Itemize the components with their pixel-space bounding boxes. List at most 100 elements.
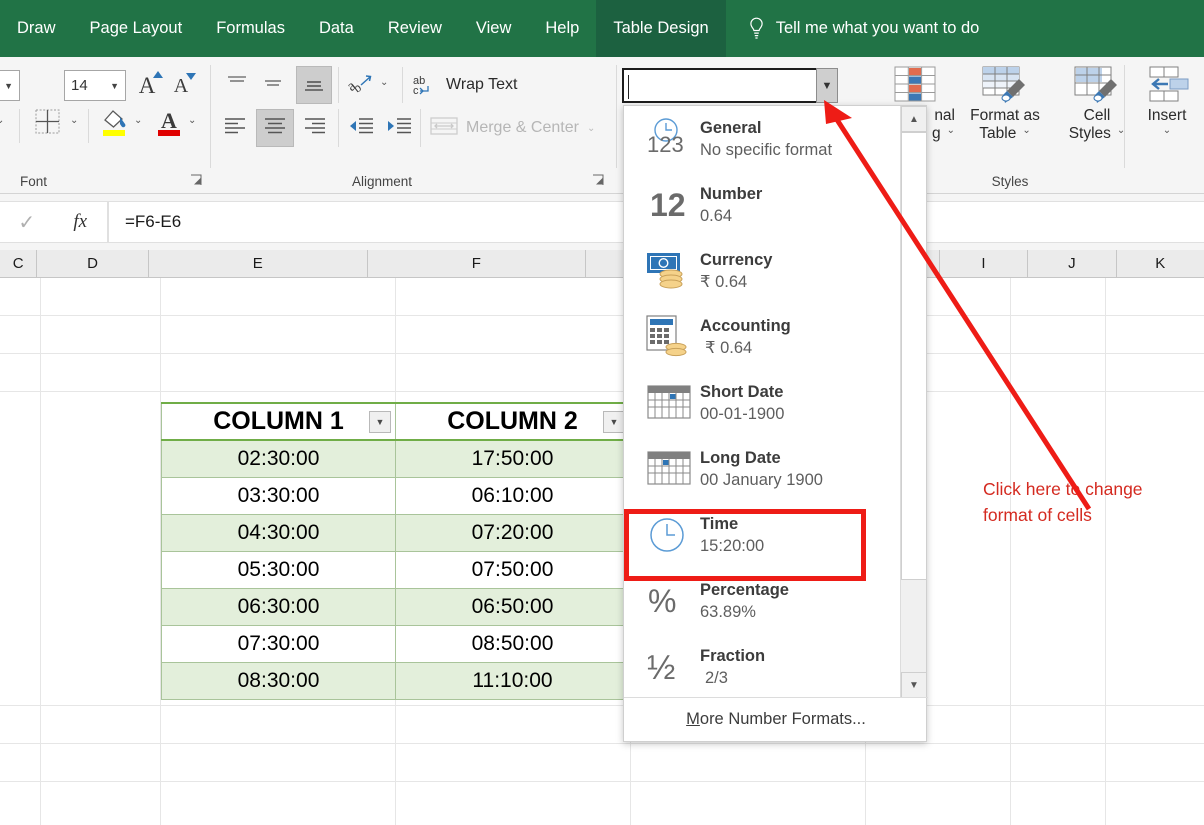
insert-function-button[interactable]: fx: [54, 211, 108, 233]
table-cell[interactable]: 06:10:00: [395, 477, 630, 515]
borders-button[interactable]: [30, 107, 64, 141]
table-header-cell-column-1[interactable]: COLUMN 1 ▼: [161, 402, 396, 441]
merge-and-center-button[interactable]: Merge & Center ⌄: [430, 111, 595, 145]
dropdown-item-name: Accounting: [700, 316, 791, 335]
column-header-j[interactable]: J: [1028, 250, 1117, 277]
column-header-d[interactable]: D: [37, 250, 149, 277]
filter-dropdown-icon[interactable]: ▼: [603, 410, 625, 433]
decrease-indent-button[interactable]: [344, 111, 378, 145]
align-left-button[interactable]: [218, 111, 252, 145]
table-row[interactable]: 03:30:00 06:10:00: [161, 477, 630, 515]
tab-view[interactable]: View: [459, 0, 528, 57]
dropdown-scrollbar[interactable]: ▲ ▼: [900, 106, 927, 698]
format-as-table-button[interactable]: Format as Table ⌄: [957, 65, 1053, 143]
font-color-options-caret[interactable]: ⌄: [188, 115, 196, 126]
font-size-combo[interactable]: 14 ▼: [64, 70, 126, 101]
font-name-combo[interactable]: ▼: [0, 70, 20, 101]
table-row[interactable]: 05:30:00 07:50:00: [161, 551, 630, 589]
table-row[interactable]: 07:30:00 08:50:00: [161, 625, 630, 663]
column-header-k[interactable]: K: [1117, 250, 1204, 277]
scroll-up-button[interactable]: ▲: [901, 106, 927, 132]
wrap-text-button[interactable]: ab c Wrap Text: [412, 70, 517, 100]
table-cell[interactable]: 07:20:00: [395, 514, 630, 552]
annotation-text: Click here to change format of cells: [983, 476, 1193, 528]
number-format-dropdown-button[interactable]: ▼: [816, 68, 838, 103]
dropdown-item-percentage[interactable]: % Percentage 63.89%: [624, 568, 902, 634]
format-as-table-label-line1: Format as: [970, 107, 1040, 124]
chevron-down-icon[interactable]: ⌄: [1163, 125, 1171, 136]
dropdown-item-name: Long Date: [700, 448, 781, 467]
fill-color-button[interactable]: [98, 105, 132, 143]
column-header-f[interactable]: F: [368, 250, 587, 277]
font-color-button[interactable]: A: [152, 105, 186, 143]
table-header-cell-column-2[interactable]: COLUMN 2 ▼: [395, 402, 630, 441]
accept-formula-button[interactable]: ✓: [0, 210, 54, 235]
table-cell[interactable]: 08:30:00: [161, 662, 396, 700]
table-cell[interactable]: 06:50:00: [395, 588, 630, 626]
decrease-font-size-button[interactable]: A: [166, 71, 196, 102]
spreadsheet-grid[interactable]: COLUMN 1 ▼ COLUMN 2 ▼ 02:30:00 17:50:00: [0, 278, 1204, 825]
align-bottom-button[interactable]: [296, 66, 332, 104]
increase-indent-button[interactable]: [382, 111, 416, 145]
align-center-button[interactable]: [256, 109, 294, 147]
orientation-button[interactable]: ab: [344, 69, 376, 101]
table-row[interactable]: 04:30:00 07:20:00: [161, 514, 630, 552]
alignment-dialog-launcher[interactable]: [592, 174, 604, 186]
ribbon-group-alignment: ab ⌄ ab c Wrap Text Merge & Center ⌄ Ali…: [212, 57, 612, 194]
chevron-down-icon[interactable]: ⌄: [947, 125, 955, 143]
excel-table: COLUMN 1 ▼ COLUMN 2 ▼ 02:30:00 17:50:00: [161, 402, 630, 700]
column-header-e[interactable]: E: [149, 250, 368, 277]
table-row[interactable]: 06:30:00 06:50:00: [161, 588, 630, 626]
tab-table-design[interactable]: Table Design: [596, 0, 726, 57]
tab-draw[interactable]: Draw: [0, 0, 73, 57]
dropdown-item-long-date[interactable]: Long Date 00 January 1900: [624, 436, 902, 502]
merge-options-caret[interactable]: ⌄: [587, 123, 595, 134]
tab-help[interactable]: Help: [528, 0, 596, 57]
table-cell[interactable]: 05:30:00: [161, 551, 396, 589]
cell-styles-button[interactable]: Cell Styles ⌄: [1055, 65, 1139, 143]
column-header-i[interactable]: I: [940, 250, 1029, 277]
table-cell[interactable]: 07:50:00: [395, 551, 630, 589]
tab-review[interactable]: Review: [371, 0, 459, 57]
table-row[interactable]: 08:30:00 11:10:00: [161, 662, 630, 700]
scrollbar-thumb[interactable]: [901, 132, 927, 580]
table-cell[interactable]: 11:10:00: [395, 662, 630, 700]
dropdown-item-short-date[interactable]: Short Date 00-01-1900: [624, 370, 902, 436]
table-cell[interactable]: 04:30:00: [161, 514, 396, 552]
tab-data[interactable]: Data: [302, 0, 371, 57]
decrease-indent-icon: [348, 116, 374, 141]
fill-color-options-caret[interactable]: ⌄: [134, 115, 142, 126]
chevron-down-icon[interactable]: ⌄: [1022, 125, 1030, 143]
align-top-button[interactable]: [222, 70, 252, 100]
table-row[interactable]: 02:30:00 17:50:00: [161, 440, 630, 478]
dropdown-item-fraction[interactable]: ½ Fraction 2/3: [624, 634, 902, 698]
borders-options-caret[interactable]: ⌄: [70, 115, 78, 126]
orientation-options-caret[interactable]: ⌄: [380, 77, 388, 88]
table-cell[interactable]: 08:50:00: [395, 625, 630, 663]
tab-page-layout[interactable]: Page Layout: [73, 0, 200, 57]
scroll-down-button[interactable]: ▼: [901, 672, 927, 698]
increase-font-size-button[interactable]: A: [132, 70, 163, 101]
tab-formulas[interactable]: Formulas: [199, 0, 302, 57]
dropdown-item-number[interactable]: 12 Number 0.64: [624, 172, 902, 238]
dropdown-item-time[interactable]: Time 15:20:00: [624, 502, 902, 568]
align-middle-button[interactable]: [258, 70, 288, 100]
table-cell[interactable]: 17:50:00: [395, 440, 630, 478]
align-right-button[interactable]: [298, 111, 332, 145]
dropdown-item-general[interactable]: 123 General No specific format: [624, 106, 902, 172]
dropdown-item-currency[interactable]: Currency ₹ 0.64: [624, 238, 902, 304]
table-cell[interactable]: 02:30:00: [161, 440, 396, 478]
more-number-formats-button[interactable]: More Number Formats...: [624, 697, 928, 741]
number-format-combo[interactable]: ▼: [622, 68, 838, 103]
underline-options-caret[interactable]: ⌄: [0, 115, 4, 126]
font-size-value: 14: [71, 77, 88, 94]
dropdown-item-accounting[interactable]: Accounting ₹ 0.64: [624, 304, 902, 370]
table-cell[interactable]: 03:30:00: [161, 477, 396, 515]
insert-cells-button[interactable]: Insert ⌄: [1130, 65, 1204, 136]
table-header-label: COLUMN 2: [447, 407, 578, 435]
filter-dropdown-icon[interactable]: ▼: [369, 410, 391, 433]
tell-me-search[interactable]: Tell me what you want to do: [726, 0, 979, 57]
column-header-c[interactable]: C: [0, 250, 38, 277]
table-cell[interactable]: 07:30:00: [161, 625, 396, 663]
table-cell[interactable]: 06:30:00: [161, 588, 396, 626]
